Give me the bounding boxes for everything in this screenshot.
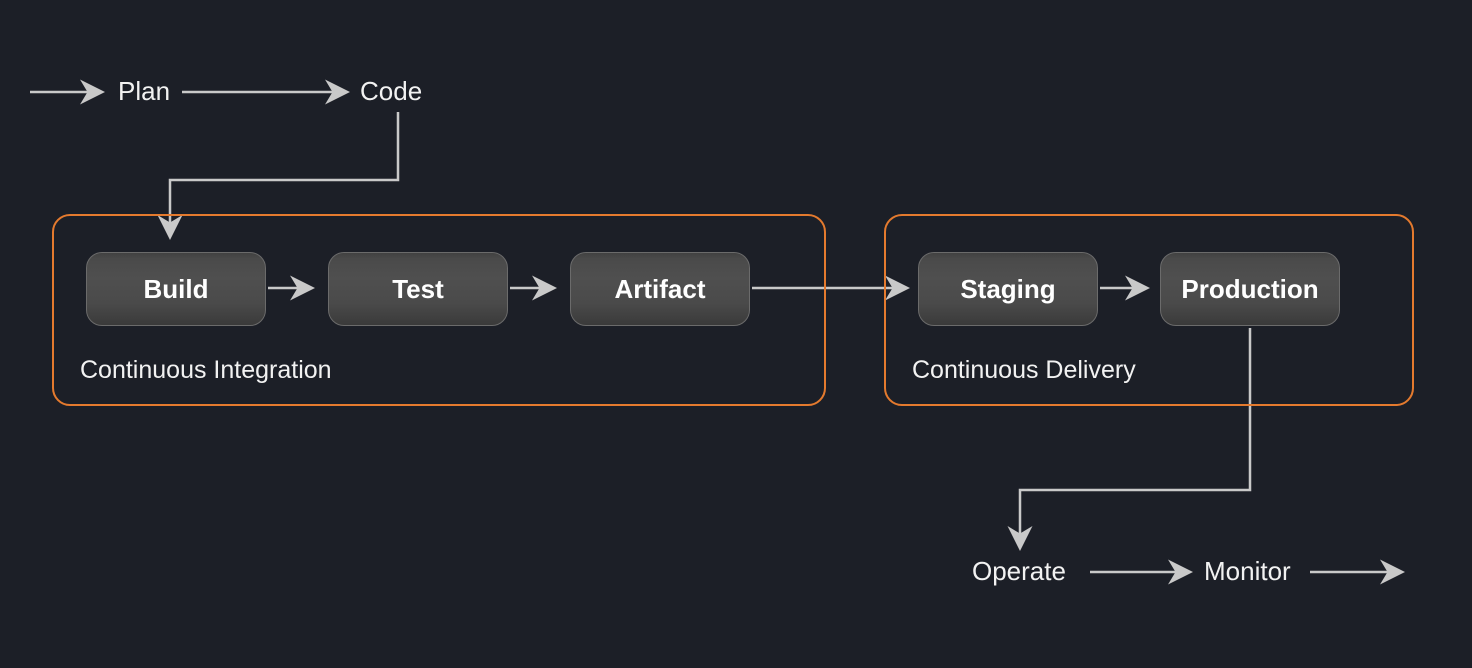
production-stage: Production — [1160, 252, 1340, 326]
cd-group-label: Continuous Delivery — [912, 356, 1136, 385]
operate-label: Operate — [972, 556, 1066, 587]
code-label: Code — [360, 76, 422, 107]
artifact-stage: Artifact — [570, 252, 750, 326]
ci-group-label: Continuous Integration — [80, 356, 332, 385]
monitor-label: Monitor — [1204, 556, 1291, 587]
staging-stage: Staging — [918, 252, 1098, 326]
plan-label: Plan — [118, 76, 170, 107]
test-stage: Test — [328, 252, 508, 326]
build-stage: Build — [86, 252, 266, 326]
